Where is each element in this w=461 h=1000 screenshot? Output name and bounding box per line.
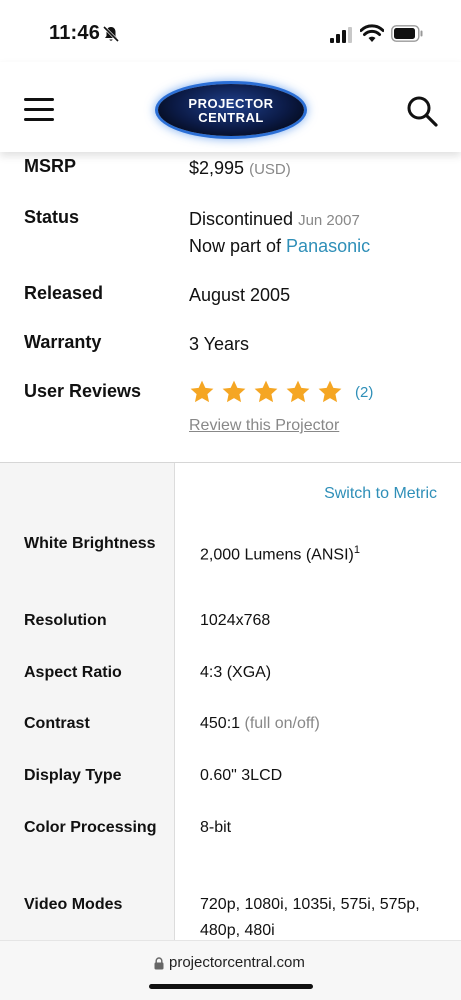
star-icon <box>318 380 342 403</box>
review-count-link[interactable]: (2) <box>355 384 373 401</box>
msrp-label: MSRP <box>24 156 77 176</box>
contrast-note: (full on/off) <box>244 715 320 732</box>
url-text[interactable]: projectorcentral.com <box>169 954 305 971</box>
bell-slash-icon <box>102 25 120 43</box>
star-rating[interactable]: (2) <box>189 379 373 405</box>
msrp-price: $2,995 <box>189 158 245 178</box>
brand-ownership-prefix: Now part of <box>189 236 287 256</box>
user-reviews-label: User Reviews <box>24 381 142 401</box>
spec-value-white-brightness: 2,000 Lumens (ANSI)1 <box>200 537 440 568</box>
home-indicator[interactable] <box>149 984 313 989</box>
msrp-value: $2,995 (USD) <box>189 158 291 179</box>
logo-text-line2: CENTRAL <box>198 110 264 125</box>
status-bar: 11:46 <box>0 0 461 62</box>
spec-value-aspect-ratio: 4:3 (XGA) <box>200 664 272 681</box>
switch-to-metric-link[interactable]: Switch to Metric <box>324 485 437 503</box>
status-label: Status <box>24 207 80 227</box>
spec-value-display-type: 0.60" 3LCD <box>200 767 283 784</box>
contrast-ratio: 450:1 <box>200 715 241 732</box>
logo-text-line1: PROJECTOR <box>188 96 274 111</box>
spec-label-white-brightness: White Brightness <box>24 535 156 552</box>
projector-central-logo[interactable]: PROJECTOR CENTRAL <box>158 84 304 136</box>
review-this-projector-link[interactable]: Review this Projector <box>189 417 339 435</box>
brand-ownership: Now part of Panasonic <box>189 236 370 257</box>
spec-label-display-type: Display Type <box>24 767 122 784</box>
status-value: Discontinued Jun 2007 <box>189 209 360 230</box>
spec-value-contrast: 450:1 (full on/off) <box>200 711 440 737</box>
warranty-value: 3 Years <box>189 334 250 354</box>
star-icon <box>254 380 278 403</box>
brightness-text: 2,000 Lumens (ANSI) <box>200 546 354 564</box>
panasonic-link[interactable]: Panasonic <box>286 236 370 256</box>
cellular-signal-icon <box>330 27 352 43</box>
spec-label-contrast: Contrast <box>24 715 90 732</box>
star-icon <box>190 380 214 403</box>
site-header: PROJECTOR CENTRAL <box>0 62 461 152</box>
released-value: August 2005 <box>189 285 291 305</box>
search-icon[interactable] <box>406 95 438 127</box>
lock-icon <box>154 957 164 970</box>
status-time: 11:46 <box>49 22 101 44</box>
spec-value-color-processing: 8-bit <box>200 819 232 836</box>
status-text: Discontinued <box>189 209 294 229</box>
spec-label-video-modes: Video Modes <box>24 896 123 913</box>
battery-icon <box>391 25 423 42</box>
spec-value-video-modes: 720p, 1080i, 1035i, 575i, 575p, 480p, 48… <box>200 896 420 939</box>
spec-label-resolution: Resolution <box>24 612 107 629</box>
released-label: Released <box>24 283 104 303</box>
wifi-icon <box>360 24 384 42</box>
hamburger-menu-icon[interactable] <box>24 98 54 122</box>
star-icon <box>286 380 310 403</box>
footnote-marker[interactable]: 1 <box>354 544 360 556</box>
spec-value-resolution: 1024x768 <box>200 612 271 629</box>
status-date: Jun 2007 <box>298 212 360 229</box>
star-icon <box>222 380 246 403</box>
msrp-currency: (USD) <box>249 161 291 178</box>
warranty-label: Warranty <box>24 332 102 352</box>
browser-url-bar[interactable]: projectorcentral.com <box>0 940 461 1000</box>
spec-label-aspect-ratio: Aspect Ratio <box>24 664 122 681</box>
spec-label-color-processing: Color Processing <box>24 819 157 836</box>
